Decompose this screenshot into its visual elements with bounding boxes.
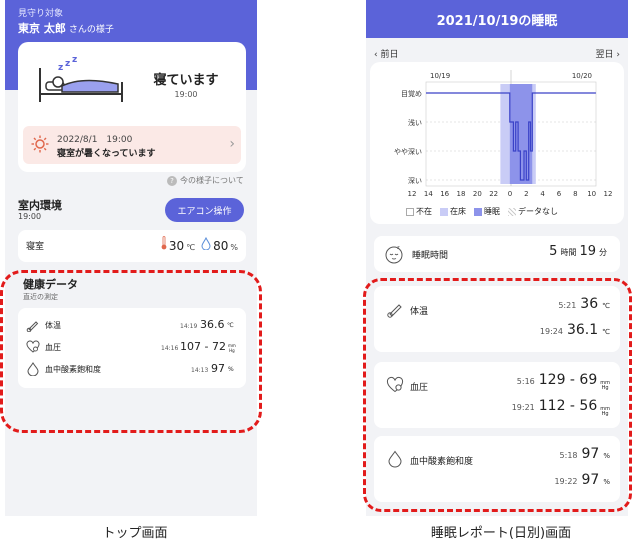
legend-asleep: 睡眠 [474,206,500,217]
question-icon: ? [167,175,177,186]
legend-in-bed: 在床 [440,206,466,217]
x-tick-label: 8 [573,190,577,198]
x-tick-label: 20 [473,190,482,198]
next-day-label: 翌日 [595,50,614,60]
sleep-minutes: 19 [579,244,596,259]
humidity-drop-icon [201,237,211,250]
y-tick-label: 浅い [408,118,422,127]
x-tick-label: 14 [424,190,433,198]
room-name: 寝室 [26,242,45,252]
x-tick-label: 6 [557,190,562,198]
sleep-status-card: z z z 寝ています 19:00 2022/8/1 19:00 寝室が暑くなっ… [18,42,246,172]
next-day-button[interactable]: 翌日 › [596,47,620,60]
legend-label: 不在 [416,207,432,216]
y-tick-label: 深い [408,176,422,185]
report-title: 2021/10/19の睡眠 [366,0,628,38]
legend-no-data: データなし [508,206,558,217]
date-label: 10/19 [430,72,450,80]
person-name-suffix: さんの様子 [68,25,114,35]
svg-text:z: z [58,63,63,73]
svg-text:z: z [65,59,70,69]
alert-message: 寝室が暑くなっています [57,149,156,159]
prev-day-label: 前日 [380,50,399,60]
prev-day-button[interactable]: ‹ 前日 [374,47,398,60]
top-screen: 見守り対象 東京 太郎 さんの様子 z z z 寝ています 19:00 2022… [5,0,257,516]
sleep-minutes-unit: 分 [599,248,607,257]
room-humidity-unit: % [230,243,238,252]
sleep-hours-unit: 時間 [560,248,577,257]
legend-absent: 不在 [406,206,432,217]
caption-report-screen: 睡眠レポート(日別)画面 [430,526,572,541]
watch-target-label: 見守り対象 [18,9,64,19]
heat-alert[interactable]: 2022/8/1 19:00 寝室が暑くなっています › [23,126,241,164]
alert-datetime: 2022/8/1 19:00 [57,135,133,145]
sleep-hours: 5 [549,244,558,259]
sleeping-face-icon: z [385,245,403,264]
sleeping-bed-icon: z z z [39,56,123,102]
x-tick-label: 12 [408,190,417,198]
room-card[interactable]: 寝室 30 ℃ 80% [18,230,246,262]
help-link-label: 今の様子について [180,176,244,185]
person-name: 東京 太郎 [18,22,66,35]
room-temperature-unit: ℃ [186,243,196,252]
sleep-duration-label: 睡眠時間 [412,251,449,261]
environment-title: 室内環境 [18,199,62,212]
x-tick-label: 4 [540,190,545,198]
highlight-frame-right [363,278,632,512]
room-temperature: 30 [168,239,185,253]
y-tick-label: 目覚め [401,89,422,98]
sleep-status-text: 寝ています [153,73,219,88]
watched-person-name[interactable]: 東京 太郎 さんの様子 [18,20,114,36]
chart-legend: 不在 在床 睡眠 データなし [406,206,558,217]
sleep-duration-card[interactable]: z 睡眠時間 5 時間 19 分 [374,236,620,272]
caption-top-screen: トップ画面 [102,526,168,541]
svg-text:z: z [397,245,400,251]
sleep-duration-value: 5 時間 19 分 [549,244,610,259]
room-readings: 30 ℃ 80% [161,236,238,253]
y-tick-label: やや深い [394,147,422,156]
thermometer-icon [161,236,167,250]
legend-label: 在床 [450,207,466,216]
x-tick-label: 2 [524,190,528,198]
current-status-help-link[interactable]: ? 今の様子について [167,175,244,186]
x-tick-label: 0 [508,190,512,198]
legend-label: 睡眠 [484,207,500,216]
svg-text:z: z [72,56,77,65]
date-label: 10/20 [572,72,592,80]
highlight-frame-left [0,270,262,433]
x-tick-label: 18 [457,190,466,198]
sleep-chart: 目覚め浅いやや深い深い 10/19 10/20 12 14 16 18 20 22 0 2 4 6 8 10… [394,70,613,198]
x-tick-label: 12 [604,190,613,198]
sleep-status-time: 19:00 [174,90,198,99]
x-tick-label: 22 [489,190,498,198]
room-humidity: 80 [213,239,229,253]
chevron-right-icon: › [229,136,235,152]
ac-control-button[interactable]: エアコン操作 [165,198,244,222]
x-tick-label: 16 [440,190,449,198]
sun-icon [31,135,49,153]
environment-time: 19:00 [18,212,42,221]
x-tick-label: 10 [587,190,596,198]
legend-label: データなし [518,207,558,216]
sleep-chart-card: 目覚め浅いやや深い深い 10/19 10/20 12 14 16 18 20 22 0 2 4 6 8 10… [370,62,624,224]
